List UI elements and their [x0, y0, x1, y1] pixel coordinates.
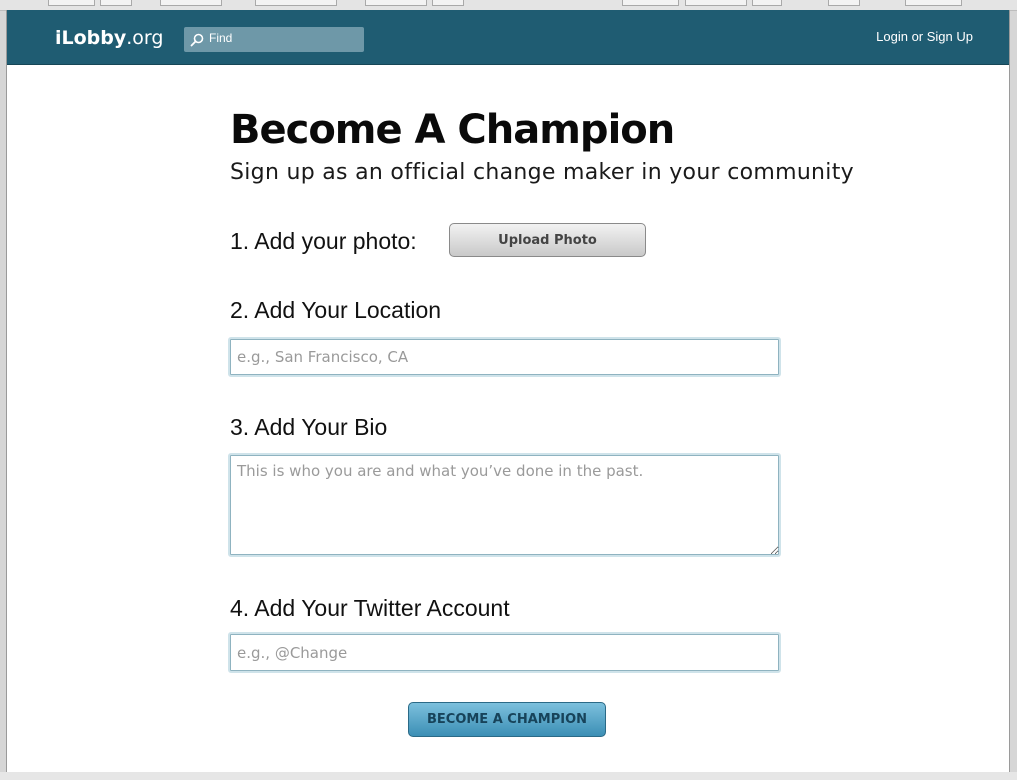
- upload-photo-button[interactable]: Upload Photo: [449, 223, 646, 257]
- bio-textarea[interactable]: [228, 453, 781, 557]
- location-input[interactable]: [228, 337, 781, 377]
- page-title: Become A Champion: [230, 107, 675, 153]
- become-champion-button[interactable]: BECOME A CHAMPION: [408, 702, 606, 737]
- photo-step-label: 1. Add your photo:: [230, 228, 417, 254]
- bio-step-label: 3. Add Your Bio: [230, 414, 388, 440]
- page: iLobby.org Find Login or Sign Up Become …: [6, 10, 1010, 772]
- twitter-input[interactable]: [228, 632, 781, 673]
- browser-status-bar: [0, 772, 1017, 780]
- page-subtitle: Sign up as an official change maker in y…: [230, 160, 854, 185]
- search-placeholder: Find: [209, 31, 233, 45]
- search-input[interactable]: Find: [184, 27, 364, 52]
- site-logo[interactable]: iLobby.org: [55, 27, 163, 49]
- navbar: iLobby.org Find Login or Sign Up: [7, 10, 1009, 65]
- search-icon: [190, 32, 204, 47]
- login-signup-link[interactable]: Login or Sign Up: [876, 29, 973, 44]
- twitter-step-label: 4. Add Your Twitter Account: [230, 595, 510, 621]
- location-step-label: 2. Add Your Location: [230, 297, 442, 323]
